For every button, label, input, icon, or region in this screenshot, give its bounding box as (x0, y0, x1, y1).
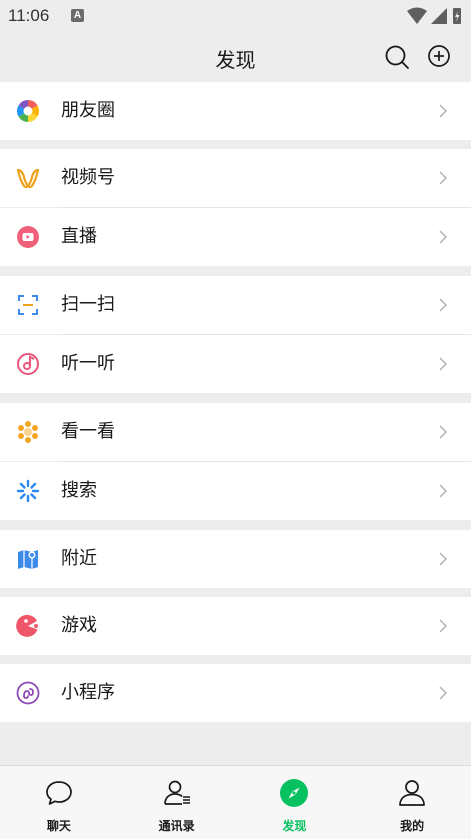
listen-icon (16, 352, 40, 376)
games-icon (16, 614, 40, 638)
menu-item-label: 附近 (61, 548, 97, 569)
status-icons (405, 6, 463, 30)
live-icon (16, 225, 40, 249)
menu-item-scan[interactable]: 扫一扫 (0, 276, 471, 334)
tab-label: 我的 (400, 819, 425, 833)
menu-item-mini-programs[interactable]: 小程序 (0, 664, 471, 722)
menu-item-listen[interactable]: 听一听 (0, 335, 471, 393)
scan-icon (16, 293, 40, 317)
menu-item-label: 小程序 (61, 682, 115, 703)
chevron-right-icon (439, 425, 447, 439)
title-bar: 发现 (0, 32, 471, 80)
plus-circle-icon (428, 45, 450, 67)
menu-item-channels[interactable]: 视频号 (0, 149, 471, 207)
tab-label: 发现 (282, 819, 307, 833)
me-icon (397, 778, 427, 808)
chevron-right-icon (439, 619, 447, 633)
wifi-signal-battery-icon (407, 7, 461, 24)
chevron-right-icon (439, 357, 447, 371)
chevron-right-icon (439, 104, 447, 118)
top-stories-icon (16, 420, 40, 444)
search-icon (385, 45, 409, 69)
tab-label: 聊天 (46, 819, 71, 833)
discover-icon (279, 778, 309, 808)
menu-item-label: 游戏 (61, 615, 97, 636)
notification-badge: A (71, 9, 84, 22)
menu-item-label: 视频号 (61, 167, 115, 188)
mini-programs-icon (16, 681, 40, 705)
chevron-right-icon (439, 552, 447, 566)
menu-item-moments[interactable]: 朋友圈 (0, 82, 471, 140)
chevron-right-icon (439, 230, 447, 244)
channels-icon (16, 166, 40, 190)
tab-chats[interactable]: 聊天 (0, 766, 118, 839)
contacts-icon (162, 778, 192, 808)
chevron-right-icon (439, 171, 447, 185)
menu-item-search[interactable]: 搜索 (0, 462, 471, 520)
chevron-right-icon (439, 686, 447, 700)
menu-item-label: 听一听 (61, 353, 115, 374)
menu-item-label: 扫一扫 (61, 294, 115, 315)
search-feature-icon (16, 479, 40, 503)
tab-me[interactable]: 我的 (353, 766, 471, 839)
tab-discover[interactable]: 发现 (236, 766, 354, 839)
add-button[interactable] (427, 44, 451, 68)
moments-icon (16, 99, 40, 123)
search-button[interactable] (384, 44, 410, 70)
status-time: 11:06 (8, 6, 50, 25)
chat-icon (44, 778, 74, 808)
menu-item-live[interactable]: 直播 (0, 208, 471, 266)
tab-contacts[interactable]: 通讯录 (118, 766, 236, 839)
menu-item-nearby[interactable]: 附近 (0, 530, 471, 588)
tab-label: 通讯录 (158, 819, 195, 833)
menu-item-top-stories[interactable]: 看一看 (0, 403, 471, 461)
menu-item-games[interactable]: 游戏 (0, 597, 471, 655)
bottom-tab-bar: 聊天 通讯录 发现 我的 (0, 765, 471, 839)
menu-item-label: 搜索 (61, 480, 97, 501)
chevron-right-icon (439, 298, 447, 312)
menu-item-label: 直播 (61, 226, 97, 247)
status-bar: 11:06 A (0, 0, 471, 32)
nearby-icon (16, 547, 40, 571)
menu-item-label: 看一看 (61, 421, 115, 442)
menu-item-label: 朋友圈 (61, 100, 115, 121)
chevron-right-icon (439, 484, 447, 498)
